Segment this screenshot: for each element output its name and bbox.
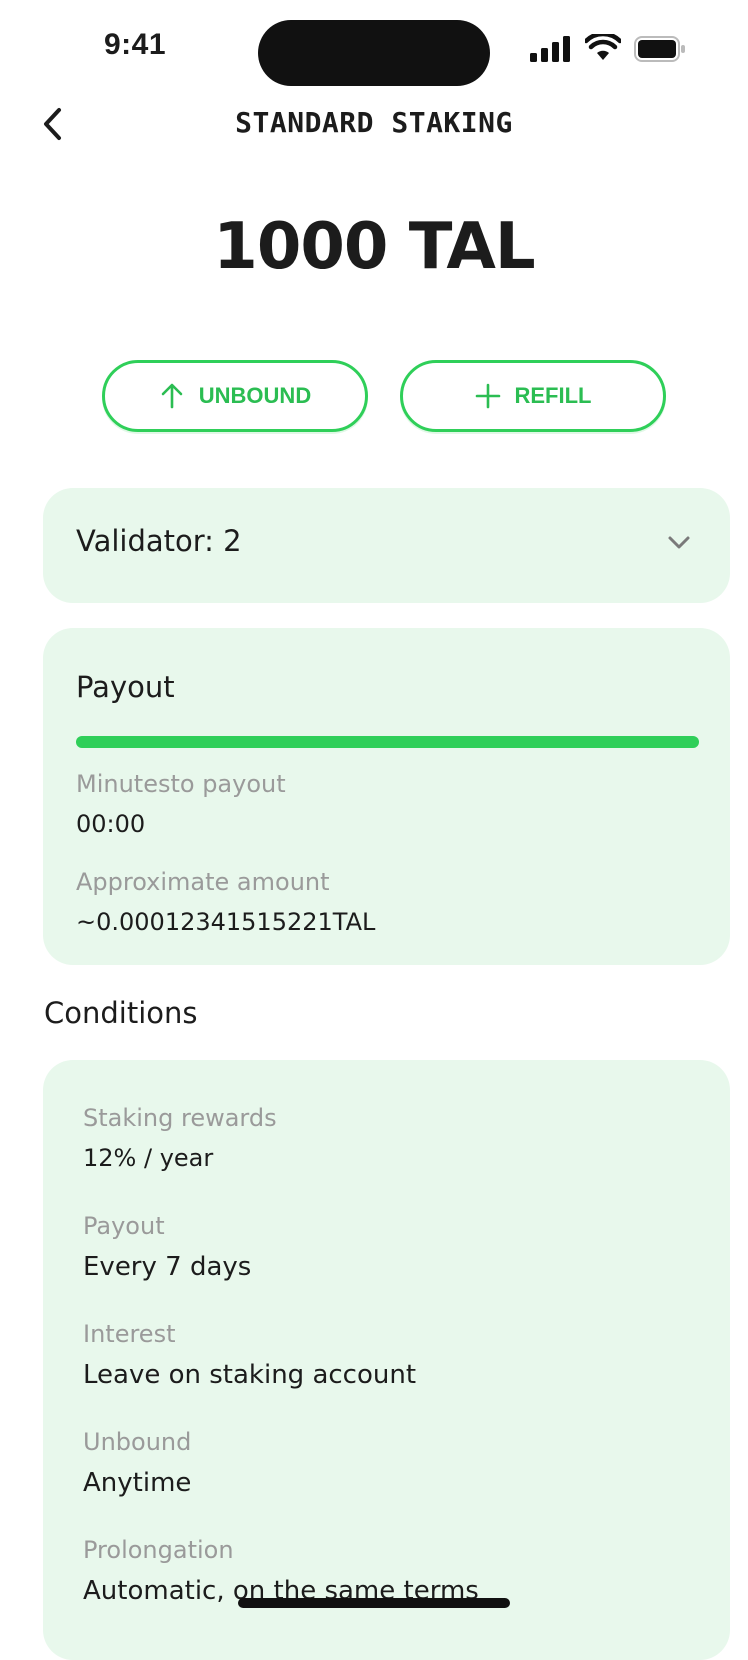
condition-label: Prolongation: [83, 1536, 234, 1564]
unbound-button-label: UNBOUND: [198, 383, 312, 408]
condition-value: 12% / year: [83, 1144, 214, 1172]
condition-label: Interest: [83, 1320, 176, 1348]
wifi-icon: [585, 34, 621, 60]
condition-label: Staking rewards: [83, 1104, 277, 1132]
condition-value: Every 7 days: [83, 1252, 252, 1282]
validator-selector[interactable]: Validator: 2: [43, 488, 730, 603]
battery-icon: [634, 36, 685, 62]
validator-label: Validator: 2: [76, 524, 242, 558]
dynamic-island: [258, 20, 490, 86]
refill-button[interactable]: REFILL: [400, 360, 666, 432]
cellular-signal-icon: [530, 36, 570, 62]
minutes-to-payout-value: 00:00: [76, 810, 146, 838]
payout-card: Payout Minutesto payout 00:00 Approximat…: [43, 628, 730, 965]
conditions-card: Staking rewards 12% / year Payout Every …: [43, 1060, 730, 1660]
condition-value: Leave on staking account: [83, 1360, 417, 1390]
payout-title: Payout: [76, 670, 175, 704]
status-time: 9:41: [104, 28, 167, 61]
condition-value: Anytime: [83, 1468, 192, 1498]
unbound-button[interactable]: UNBOUND: [102, 360, 368, 432]
conditions-title: Conditions: [44, 996, 198, 1030]
staked-amount: 1000 TAL: [213, 210, 535, 284]
plus-icon: [475, 383, 500, 409]
approximate-amount-value: ~0.00012341515221TAL: [76, 908, 376, 936]
condition-label: Payout: [83, 1212, 165, 1240]
payout-progress-bar: [76, 736, 699, 748]
approximate-amount-label: Approximate amount: [76, 868, 330, 896]
refill-button-label: REFILL: [514, 383, 592, 408]
condition-label: Unbound: [83, 1428, 192, 1456]
arrow-up-icon: [161, 383, 183, 409]
minutes-to-payout-label: Minutesto payout: [76, 770, 286, 798]
chevron-down-icon: [668, 536, 690, 549]
payout-progress-fill: [76, 736, 699, 748]
page-title: STANDARD STAKING: [235, 106, 513, 139]
home-indicator: [238, 1598, 510, 1608]
